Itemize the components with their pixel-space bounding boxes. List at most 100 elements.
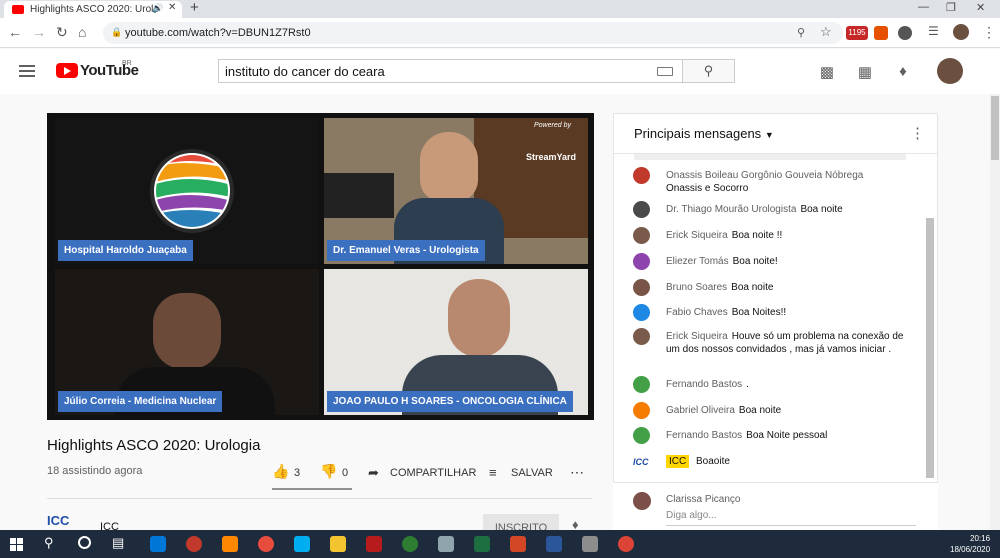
profile-avatar[interactable] xyxy=(953,24,969,40)
minimize-icon[interactable]: — xyxy=(918,1,929,13)
message-author[interactable]: Fabio Chaves xyxy=(666,307,728,318)
browser-tab[interactable]: Highlights ASCO 2020: Urolo 🔊 ✕ xyxy=(4,1,182,18)
author-avatar xyxy=(633,427,650,444)
new-tab-icon[interactable]: + xyxy=(190,0,199,16)
system-clock[interactable]: 20:16 18/06/2020 xyxy=(950,533,990,555)
close-window-icon[interactable]: ✕ xyxy=(976,1,985,14)
extension-badge[interactable]: 1195 xyxy=(846,26,868,40)
app-icon[interactable] xyxy=(582,536,598,552)
message-author[interactable]: Erick Siqueira xyxy=(666,230,728,241)
author-avatar xyxy=(633,227,650,244)
more-actions-icon[interactable]: ⋯ xyxy=(570,464,584,481)
chrome-icon[interactable] xyxy=(618,536,634,552)
message-text: Boa Noites!! xyxy=(731,307,787,318)
message-author[interactable]: Gabriel Oliveira xyxy=(666,405,735,416)
region-code: BR xyxy=(122,60,132,67)
participant-name: JOAO PAULO H SOARES - ONCOLOGIA CLÍNICA xyxy=(327,391,573,412)
share-icon[interactable]: ➦ xyxy=(368,465,379,481)
chat-menu-icon[interactable]: ⋮ xyxy=(910,124,925,142)
search-input[interactable]: instituto do cancer do ceara xyxy=(218,59,683,83)
owner-badge[interactable]: ICC xyxy=(666,455,690,468)
chat-mode-dropdown[interactable]: Principais mensagens ▼ xyxy=(634,126,774,141)
author-avatar xyxy=(633,279,650,296)
message-text: . xyxy=(746,379,749,390)
excel-icon[interactable] xyxy=(474,536,490,552)
ticker-bar xyxy=(634,154,906,160)
youtube-favicon-icon xyxy=(12,5,24,14)
guide-menu-icon[interactable] xyxy=(19,65,35,77)
message-author[interactable]: Onassis Boileau Gorgônio Gouveia Nóbrega xyxy=(666,170,863,181)
participant-name: Hospital Haroldo Juaçaba xyxy=(58,240,193,261)
cortana-icon[interactable] xyxy=(78,536,91,549)
share-button[interactable]: COMPARTILHAR xyxy=(390,467,476,479)
message-author[interactable]: Bruno Soares xyxy=(666,282,727,293)
dislike-count: 0 xyxy=(342,467,349,479)
clock-time: 20:16 xyxy=(970,534,991,543)
vlc-icon[interactable] xyxy=(222,536,238,552)
extension-icon[interactable] xyxy=(898,26,912,40)
video-player[interactable]: Hospital Haroldo Juaçaba Powered by Stre… xyxy=(47,113,594,420)
page-scrollbar-thumb[interactable] xyxy=(991,96,999,160)
powerpoint-icon[interactable] xyxy=(510,536,526,552)
windows-start-icon[interactable] xyxy=(10,538,23,551)
menu-dots-icon[interactable]: ⋮ xyxy=(982,24,996,41)
author-avatar xyxy=(633,167,650,184)
tab-title: Highlights ASCO 2020: Urolo xyxy=(30,4,159,15)
media-icon[interactable]: ☰ xyxy=(928,24,939,38)
word-icon[interactable] xyxy=(546,536,562,552)
keyboard-icon[interactable] xyxy=(657,67,673,76)
message-text: Boa Noite pessoal xyxy=(746,430,828,441)
zoom-icon[interactable]: ⚲ xyxy=(797,26,805,39)
message-text: Boa noite !! xyxy=(731,230,783,241)
app-icon[interactable] xyxy=(258,536,274,552)
file-explorer-icon[interactable] xyxy=(330,536,346,552)
save-playlist-icon[interactable]: ≡ xyxy=(489,465,497,480)
url-field[interactable]: 🔒 youtube.com/watch?v=DBUN1Z7Rst0 xyxy=(103,22,843,44)
app-icon[interactable] xyxy=(438,536,454,552)
extension-icon[interactable] xyxy=(874,26,888,40)
edge-icon[interactable] xyxy=(150,536,166,552)
task-view-icon[interactable]: ▤ xyxy=(112,535,124,551)
chat-scrollbar[interactable] xyxy=(926,218,934,478)
notifications-bell-icon[interactable]: ♦ xyxy=(894,63,912,81)
search-icon[interactable]: ⚲ xyxy=(44,535,54,551)
skype-icon[interactable] xyxy=(294,536,310,552)
message-author[interactable]: Eliezer Tomás xyxy=(666,256,729,267)
app-icon[interactable] xyxy=(402,536,418,552)
message-author[interactable]: Fernando Bastos xyxy=(666,430,742,441)
author-avatar xyxy=(633,304,650,321)
search-button[interactable]: ⚲ xyxy=(683,59,735,83)
close-tab-icon[interactable]: ✕ xyxy=(168,2,176,13)
maximize-icon[interactable]: ❐ xyxy=(946,1,956,14)
bookmark-star-icon[interactable]: ☆ xyxy=(820,24,832,40)
home-icon[interactable]: ⌂ xyxy=(78,24,86,40)
message-author[interactable]: Dr. Thiago Mourão Urologista xyxy=(666,204,796,215)
app-icon[interactable] xyxy=(366,536,382,552)
create-video-icon[interactable]: ▩ xyxy=(818,63,836,81)
app-icon[interactable] xyxy=(186,536,202,552)
person-head xyxy=(153,293,221,369)
back-icon[interactable]: ← xyxy=(8,24,22,40)
message-text: Boa noite xyxy=(800,204,843,215)
clock-date: 18/06/2020 xyxy=(950,545,991,554)
reload-icon[interactable]: ↻ xyxy=(56,24,68,41)
like-icon[interactable]: 👍 xyxy=(272,463,289,480)
chat-input[interactable]: Diga algo... xyxy=(666,510,916,526)
forward-icon[interactable]: → xyxy=(32,24,46,40)
search-icon: ⚲ xyxy=(703,63,714,78)
channel-logo[interactable]: ICC xyxy=(47,513,69,528)
page-scrollbar[interactable] xyxy=(990,94,1000,530)
message-author[interactable]: Erick Siqueira xyxy=(666,331,728,342)
audio-icon[interactable]: 🔊 xyxy=(152,3,163,14)
message-author[interactable]: Fernando Bastos xyxy=(666,379,742,390)
participant-tile: JOAO PAULO H SOARES - ONCOLOGIA CLÍNICA xyxy=(324,269,588,415)
save-button[interactable]: SALVAR xyxy=(511,467,553,479)
participant-name: Dr. Emanuel Veras - Urologista xyxy=(327,240,485,261)
author-avatar xyxy=(633,376,650,393)
watermark-brand: StreamYard xyxy=(526,152,577,162)
chat-input-area: Clarissa Picanço Diga algo... xyxy=(613,482,938,530)
apps-grid-icon[interactable]: ▦ xyxy=(856,63,874,81)
youtube-logo-icon[interactable] xyxy=(56,63,78,78)
account-avatar[interactable] xyxy=(937,58,963,84)
dislike-icon[interactable]: 👎 xyxy=(320,463,337,480)
